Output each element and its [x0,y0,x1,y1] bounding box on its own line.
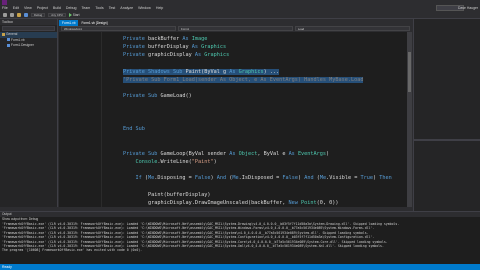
folder-icon [2,32,5,36]
start-label: Start [72,13,80,17]
editor-tab-strip: Form1.vb Form1.vb [Design] [59,19,412,26]
menu-project[interactable]: Project [37,5,48,12]
menu-view[interactable]: View [24,5,32,12]
menu-analyze[interactable]: Analyze [120,5,133,12]
toolbox-search-input[interactable] [2,26,55,31]
user-name[interactable]: Dave Hauger [458,5,478,12]
menu-debug[interactable]: Debug [66,5,77,12]
scroll-thumb[interactable] [408,52,411,92]
toolbar: Debug Any CPU Start [0,12,480,19]
configuration-combo[interactable]: Debug [31,12,46,18]
tree-item-label: Form1.Designer [11,43,34,47]
menu-bar: File Edit View Project Build Debug Team Tools Te… [0,5,480,12]
tree-item-label: Form1.vb [11,37,25,42]
output-window: Output Show output from: Debug 'Framewor… [0,211,480,264]
menu-team[interactable]: Team [82,5,91,12]
code-line[interactable]: graphicDisplay.DrawImageUnscaled(backBuf… [59,198,412,207]
status-bar: Ready [0,264,480,270]
menu-build[interactable]: Build [53,5,61,12]
back-icon[interactable] [3,13,7,17]
start-button[interactable]: Start [68,13,80,17]
menu-test[interactable]: Test [109,5,116,12]
toolbox-panel: Toolbox General Form1.vb Form1.Designer [0,19,58,207]
file-icon [7,38,10,42]
save-icon[interactable] [24,13,28,17]
menu-help[interactable]: Help [156,5,163,12]
file-icon [7,43,10,47]
menu-tools[interactable]: Tools [95,5,103,12]
menu-edit[interactable]: Edit [13,5,19,12]
class-dropdown[interactable]: Form1 [178,26,293,31]
open-icon[interactable] [17,13,21,17]
tree-item-label: General [6,32,18,36]
forward-icon[interactable] [10,13,14,17]
member-dropdown[interactable]: Load [295,26,410,31]
editor-vertical-scrollbar[interactable] [407,32,412,207]
play-icon [68,13,72,17]
properties-panel [414,139,480,211]
project-dropdown[interactable]: WindowsApp1 [61,26,176,31]
tree-item[interactable]: Form1.Designer [0,43,57,49]
output-line: The program '[10608] FrameworkOffBasic.e… [2,248,143,253]
code-text: graphicDisplay.DrawImageUnscaled(backBuf… [148,200,339,206]
menu-file[interactable]: File [2,5,8,12]
code-editor[interactable]: Private backBuffer As Image Private buffe… [59,32,412,207]
toolbox-title: Toolbox [0,19,57,25]
platform-combo[interactable]: Any CPU [48,12,66,18]
menu-window[interactable]: Window [138,5,151,12]
solution-explorer-panel [413,19,480,211]
